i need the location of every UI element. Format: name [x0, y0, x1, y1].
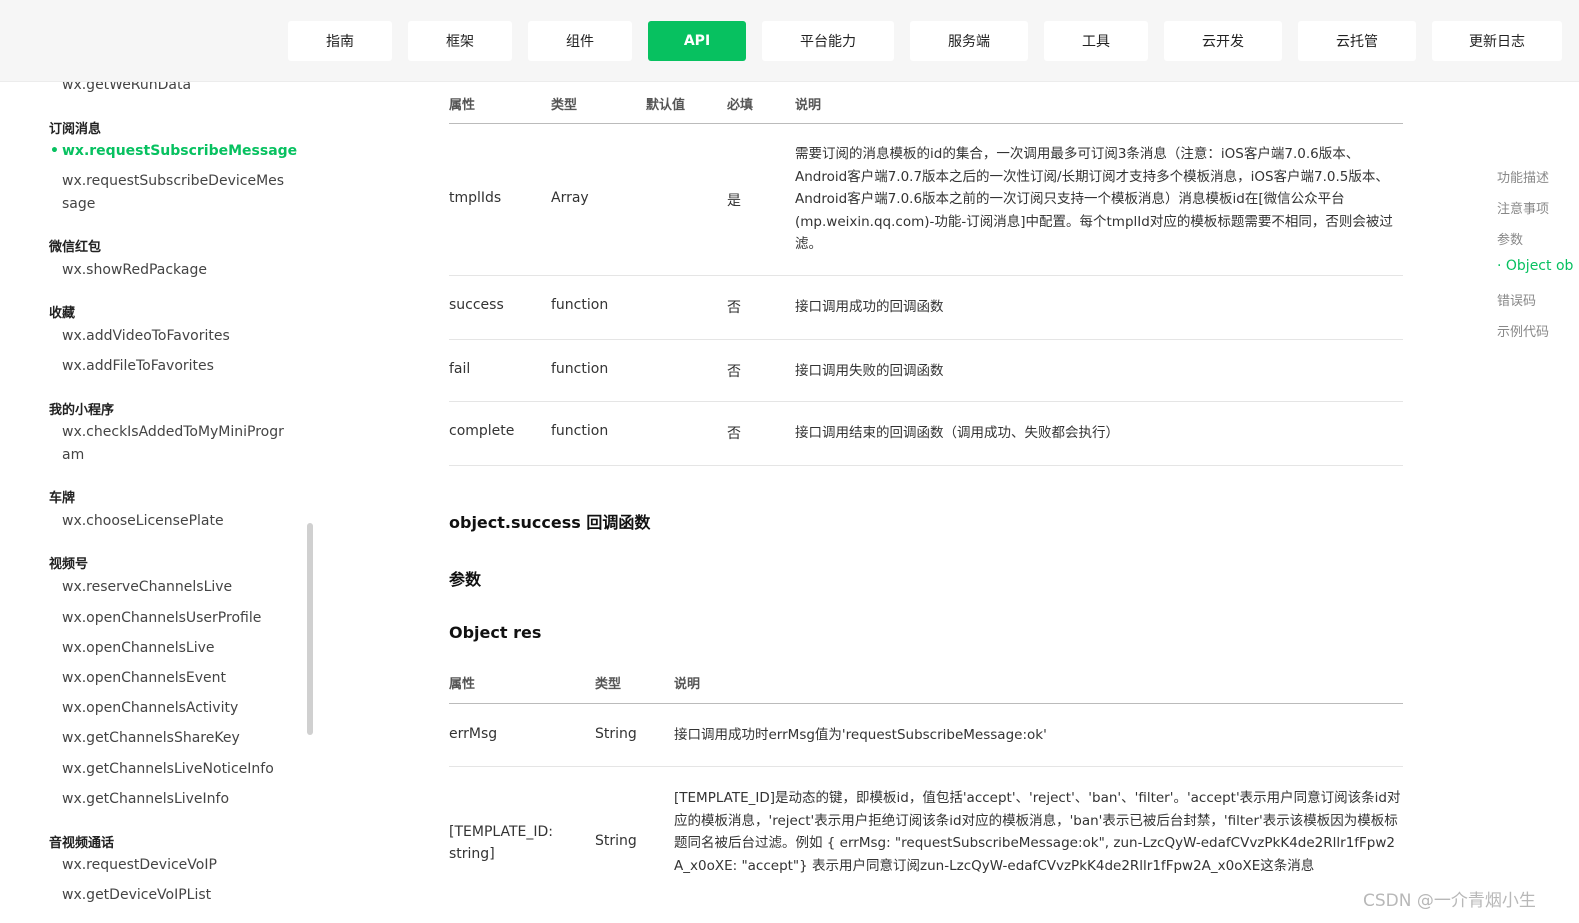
sidebar-group-license-plate: 车牌: [49, 491, 76, 506]
heading-params: 参数: [449, 570, 482, 589]
cell-name: [TEMPLATE_ID: string]: [449, 824, 554, 862]
tab-api[interactable]: API: [648, 21, 746, 61]
cell-description: [TEMPLATE_ID]是动态的键，即模板id，值包括'accept'、're…: [674, 790, 1401, 874]
cell-description: 接口调用成功的回调函数: [795, 299, 944, 315]
sidebar-group-subscribe-message: 订阅消息: [49, 122, 102, 137]
toc-item-error-codes[interactable]: 错误码: [1497, 290, 1536, 309]
heading-object-res: Object res: [449, 623, 542, 642]
sidebar-item-reservechannelslive[interactable]: wx.reserveChannelsLive: [62, 576, 290, 599]
sidebar-item-requestsubscribemessage[interactable]: • wx.requestSubscribeMessage: [50, 140, 297, 163]
sidebar-item-openchannelsuserprofile[interactable]: wx.openChannelsUserProfile: [62, 607, 290, 630]
cell-type: String: [595, 833, 637, 849]
heading-success-callback: object.success 回调函数: [449, 513, 651, 532]
header-description: 说明: [795, 98, 822, 113]
cell-description: 接口调用成功时errMsg值为'requestSubscribeMessage:…: [674, 727, 1047, 743]
sidebar-item-getchannelslivenoticeinfo[interactable]: wx.getChannelsLiveNoticeInfo: [62, 758, 290, 781]
api-sidebar: wx.getWeRunData 订阅消息 • wx.requestSubscri…: [34, 82, 314, 923]
cell-description: 接口调用失败的回调函数: [795, 363, 944, 379]
toc-item-params[interactable]: 参数: [1497, 229, 1523, 248]
sidebar-item-label: wx.requestSubscribeMessage: [62, 143, 298, 159]
sidebar-group-channels: 视频号: [49, 557, 89, 572]
sidebar-item-getwerundata[interactable]: wx.getWeRunData: [62, 82, 290, 97]
sidebar-item-requestsubscribedevicemessage[interactable]: wx.requestSubscribeDeviceMessage: [62, 170, 290, 216]
cell-name: errMsg: [449, 726, 498, 742]
csdn-watermark: CSDN @一介青烟小生: [1363, 891, 1536, 911]
cell-type: Array: [551, 190, 589, 206]
tab-platform-capabilities[interactable]: 平台能力: [762, 21, 894, 61]
tab-server[interactable]: 服务端: [910, 21, 1028, 61]
cell-type: function: [551, 297, 609, 313]
tab-cloud-dev[interactable]: 云开发: [1164, 21, 1282, 61]
cell-name: fail: [449, 361, 471, 377]
sidebar-item-addfiletofavorites[interactable]: wx.addFileToFavorites: [62, 355, 290, 378]
cell-required: 否: [727, 426, 741, 442]
header-type: 类型: [551, 98, 578, 113]
sidebar-item-getdevicevoiplist[interactable]: wx.getDeviceVoIPList: [62, 884, 290, 907]
sidebar-item-addvideotofavorites[interactable]: wx.addVideoToFavorites: [62, 325, 290, 348]
cell-name: success: [449, 297, 504, 313]
tab-changelog[interactable]: 更新日志: [1432, 21, 1562, 61]
cell-description: 接口调用结束的回调函数（调用成功、失败都会执行）: [795, 425, 1119, 441]
sidebar-item-chooselicenseplate[interactable]: wx.chooseLicensePlate: [62, 510, 290, 533]
tab-framework[interactable]: 框架: [408, 21, 512, 61]
toc-item-object[interactable]: · Object ob: [1497, 258, 1573, 274]
sidebar-item-showredpackage[interactable]: wx.showRedPackage: [62, 259, 290, 282]
tab-components[interactable]: 组件: [528, 21, 632, 61]
cell-required: 否: [727, 364, 741, 380]
toc-item-example-code[interactable]: 示例代码: [1497, 321, 1549, 340]
row-divider: [449, 766, 1403, 767]
sidebar-scrollbar[interactable]: [307, 523, 313, 735]
row-divider: [449, 339, 1403, 340]
table-divider: [449, 703, 1403, 704]
tab-tools[interactable]: 工具: [1044, 21, 1148, 61]
cell-required: 是: [727, 193, 741, 209]
table-divider: [449, 123, 1403, 124]
row-divider: [449, 465, 1403, 466]
cell-required: 否: [727, 300, 741, 316]
sidebar-group-red-package: 微信红包: [49, 240, 102, 255]
sidebar-group-my-miniprogram: 我的小程序: [49, 403, 115, 418]
sidebar-item-getchannelsliveinfo[interactable]: wx.getChannelsLiveInfo: [62, 788, 290, 811]
tab-cloud-hosting[interactable]: 云托管: [1298, 21, 1416, 61]
cell-type: function: [551, 361, 609, 377]
toc-item-notes[interactable]: 注意事项: [1497, 198, 1549, 217]
sidebar-group-voip: 音视频通话: [49, 836, 115, 851]
tab-guide[interactable]: 指南: [288, 21, 392, 61]
row-divider: [449, 275, 1403, 276]
cell-description: 需要订阅的消息模板的id的集合，一次调用最多可订阅3条消息（注意：iOS客户端7…: [795, 146, 1393, 252]
top-nav-bar: 指南 框架 组件 API 平台能力 服务端 工具 云开发 云托管 更新日志: [0, 0, 1579, 82]
sidebar-group-favorites: 收藏: [49, 306, 76, 321]
cell-type: String: [595, 726, 637, 742]
active-dot-icon: •: [50, 143, 59, 159]
sidebar-item-openchannelsevent[interactable]: wx.openChannelsEvent: [62, 667, 290, 690]
sidebar-item-openchannelsactivity[interactable]: wx.openChannelsActivity: [62, 697, 290, 720]
sidebar-item-getchannelssharekey[interactable]: wx.getChannelsShareKey: [62, 727, 290, 750]
header-type: 类型: [595, 677, 622, 692]
cell-name: tmplIds: [449, 190, 502, 206]
header-property: 属性: [449, 98, 476, 113]
header-default: 默认值: [646, 98, 686, 113]
cell-name: complete: [449, 423, 515, 439]
header-required: 必填: [727, 98, 754, 113]
toc-item-description[interactable]: 功能描述: [1497, 167, 1549, 186]
cell-type: function: [551, 423, 609, 439]
row-divider: [449, 401, 1403, 402]
sidebar-item-openchannelslive[interactable]: wx.openChannelsLive: [62, 637, 290, 660]
header-description: 说明: [674, 677, 701, 692]
sidebar-item-requestdevicevoip[interactable]: wx.requestDeviceVoIP: [62, 854, 290, 877]
sidebar-item-checkisaddedtomyminiprogram[interactable]: wx.checkIsAddedToMyMiniProgram: [62, 421, 290, 467]
header-property: 属性: [449, 677, 476, 692]
